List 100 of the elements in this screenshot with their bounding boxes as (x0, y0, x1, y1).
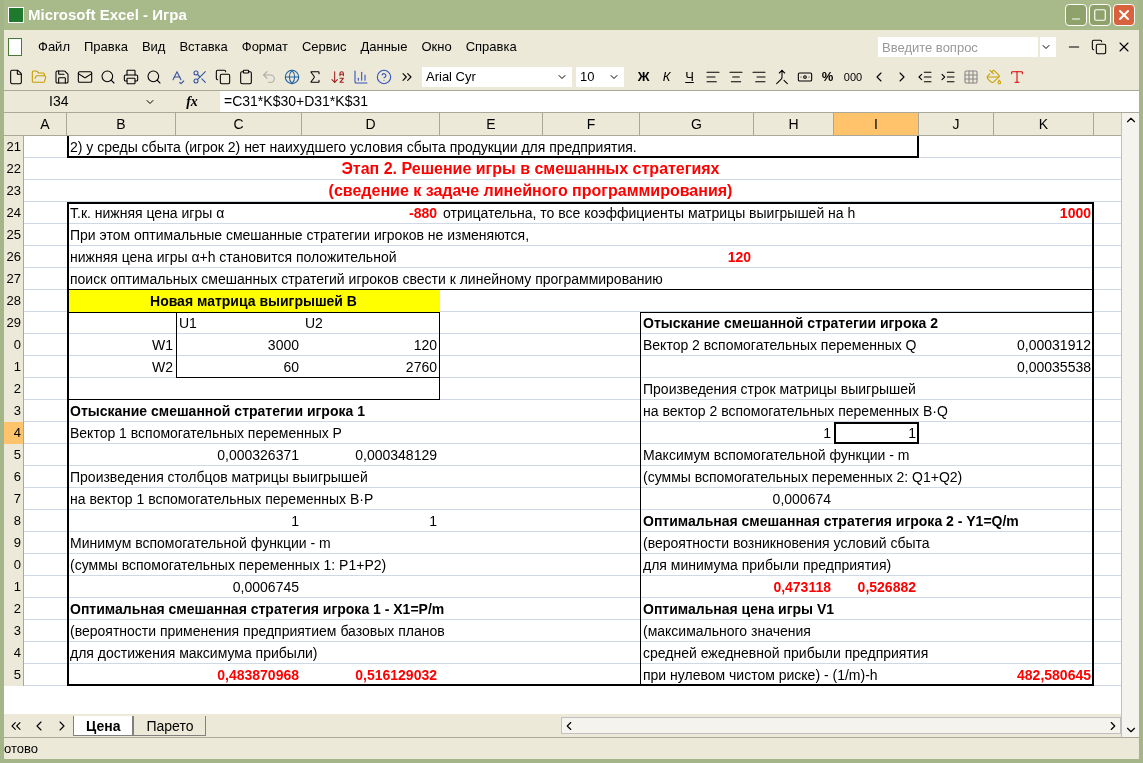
help-search-field[interactable]: Введите вопрос (878, 37, 1038, 57)
menu-item[interactable]: Данные (354, 37, 414, 57)
table-cell-text: U1 (178, 314, 198, 333)
table-cell-text: 0,516129032 (354, 666, 438, 685)
table-cell-text: Т.к. нижняя цена игры α (69, 204, 226, 223)
menu-item[interactable]: Справка (459, 37, 523, 57)
column-header[interactable]: I (834, 113, 919, 135)
table-cell-text: W1 (151, 336, 174, 355)
table-cell-text: 1 (822, 424, 832, 443)
menu-item[interactable]: Сервис (295, 37, 353, 57)
column-header[interactable]: E (440, 113, 543, 135)
maximize-button[interactable] (1089, 4, 1111, 26)
section-heading: (сведение к задаче линейного программирования) (327, 181, 734, 201)
italic-button[interactable]: К (655, 67, 678, 87)
document-icon[interactable] (8, 38, 22, 56)
status-text: отово (4, 739, 38, 758)
menu-item[interactable]: Правка (77, 37, 134, 57)
table-cell-text: 0,0006745 (231, 578, 300, 597)
column-header[interactable]: F (543, 113, 640, 135)
table-cell-text: Оптимальная цена игры V1 (642, 600, 836, 619)
bold-button[interactable]: Ж (632, 67, 655, 87)
row-header[interactable]: 1 (4, 356, 24, 378)
percent-button[interactable]: % (816, 67, 839, 87)
table-cell-text: отрицательна, то все коэффициенты матрицы выигрышей на h (442, 204, 857, 223)
table-cell: Новая матрица выигрышей B (67, 290, 440, 312)
menu-item[interactable]: Файл (32, 37, 76, 57)
column-header[interactable]: K (994, 113, 1094, 135)
table-cell-text: нижняя цена игры α+h становится положительной (69, 248, 398, 267)
row-header[interactable]: 2 (4, 378, 24, 400)
maximize-icon (1093, 8, 1107, 22)
table-cell-text: Вектор 1 вспомогательных переменных P (69, 424, 343, 443)
table-cell-text: Отыскание смешанной стратегии игрока 2 (642, 314, 939, 333)
row-header[interactable]: 4 (4, 642, 24, 664)
column-header[interactable]: A (24, 113, 67, 135)
row-header[interactable]: 9 (4, 532, 24, 554)
table-cell-text: (вероятности применения предприятием базовых планов (69, 622, 446, 641)
column-header[interactable]: J (919, 113, 994, 135)
row-header[interactable]: 22 (4, 158, 24, 180)
table-cell-text: для достижения максимума прибыли) (69, 644, 319, 663)
table-cell-text: 482,580645 (1016, 666, 1092, 685)
name-box[interactable]: I34 (4, 91, 164, 112)
table-cell-text: Оптимальная смешанная стратегия игрока 1 - X1=P/m (69, 600, 446, 619)
close-icon (1116, 7, 1132, 23)
row-header[interactable]: 23 (4, 180, 24, 202)
table-cell-text: 2) у среды сбыта (игрок 2) нет наихудшего условия сбыта продукции для предприятия. (69, 138, 638, 157)
row-header[interactable]: 27 (4, 268, 24, 290)
row-header[interactable]: 8 (4, 510, 24, 532)
excel-logo-icon (8, 7, 24, 23)
font-size-field[interactable]: 10 (576, 67, 624, 87)
row-header[interactable]: 25 (4, 224, 24, 246)
row-header[interactable]: 1 (4, 576, 24, 598)
section-heading: Этап 2. Решение игры в смешанных стратегиях (340, 159, 721, 179)
row-header[interactable]: 3 (4, 400, 24, 422)
column-header[interactable]: C (176, 113, 302, 135)
row-header[interactable]: 0 (4, 554, 24, 576)
table-cell-text: -880 (407, 204, 438, 223)
row-header[interactable]: 24 (4, 202, 24, 224)
row-header[interactable]: 21 (4, 136, 24, 158)
row-header[interactable]: 29 (4, 312, 24, 334)
font-field[interactable]: Arial Cyr (422, 67, 572, 87)
formula-field[interactable]: =C31*K$30+D31*K$31 (220, 91, 368, 112)
menu-item[interactable]: Вставка (173, 37, 234, 57)
row-header[interactable]: 6 (4, 466, 24, 488)
table-cell-text: 0,000674 (771, 490, 832, 509)
menu-item[interactable]: Формат (235, 37, 294, 57)
row-header[interactable]: 7 (4, 488, 24, 510)
row-header[interactable]: 4 (4, 422, 24, 444)
row-header[interactable]: 26 (4, 246, 24, 268)
row-header[interactable]: 0 (4, 334, 24, 356)
column-header[interactable]: D (302, 113, 440, 135)
table-cell-text: на вектор 1 вспомогательных переменных B·P (69, 490, 375, 509)
table-cell-text: U2 (304, 314, 324, 333)
table-cell-text: 0,526882 (856, 578, 917, 597)
table-cell-text: (максимального значения (642, 622, 812, 641)
window-title: Microsoft Excel - Игра (28, 4, 188, 25)
function-button[interactable]: fx (164, 91, 220, 112)
row-header[interactable]: 5 (4, 664, 24, 686)
horizontal-scrollbar[interactable] (561, 717, 1121, 734)
row-header[interactable]: 5 (4, 444, 24, 466)
table-cell-text: 0,473118 (772, 578, 832, 597)
table-cell-text: 0,000326371 (216, 446, 300, 465)
table-cell-text: (суммы вспомогательных переменных 1: P1+P2) (69, 556, 388, 575)
table-cell-text: средней ежедневной прибыли предприятия (642, 644, 930, 663)
row-header[interactable]: 28 (4, 290, 24, 312)
vertical-scrollbar[interactable] (1121, 113, 1139, 737)
column-header[interactable]: G (640, 113, 754, 135)
row-header[interactable]: 3 (4, 620, 24, 642)
underline-button[interactable]: Ч (678, 67, 701, 87)
thousands-button[interactable]: 000 (839, 68, 867, 86)
sheet-tab[interactable]: Парето (133, 715, 207, 736)
row-header[interactable]: 2 (4, 598, 24, 620)
menu-item[interactable]: Вид (135, 37, 172, 57)
column-header[interactable]: B (67, 113, 176, 135)
table-cell-text: при нулевом чистом риске) - (1/m)-h (642, 666, 879, 685)
minimize-button[interactable] (1065, 4, 1087, 26)
sheet-tab[interactable]: Цена (73, 715, 134, 736)
close-button[interactable] (1113, 4, 1135, 26)
table-cell-text: При этом оптимальные смешанные стратегии игроков не изменяются, (69, 226, 531, 245)
table-cell-text: Оптимальная смешанная стратегия игрока 2 - Y1=Q/m (642, 512, 1020, 531)
menu-item[interactable]: Окно (415, 37, 458, 57)
